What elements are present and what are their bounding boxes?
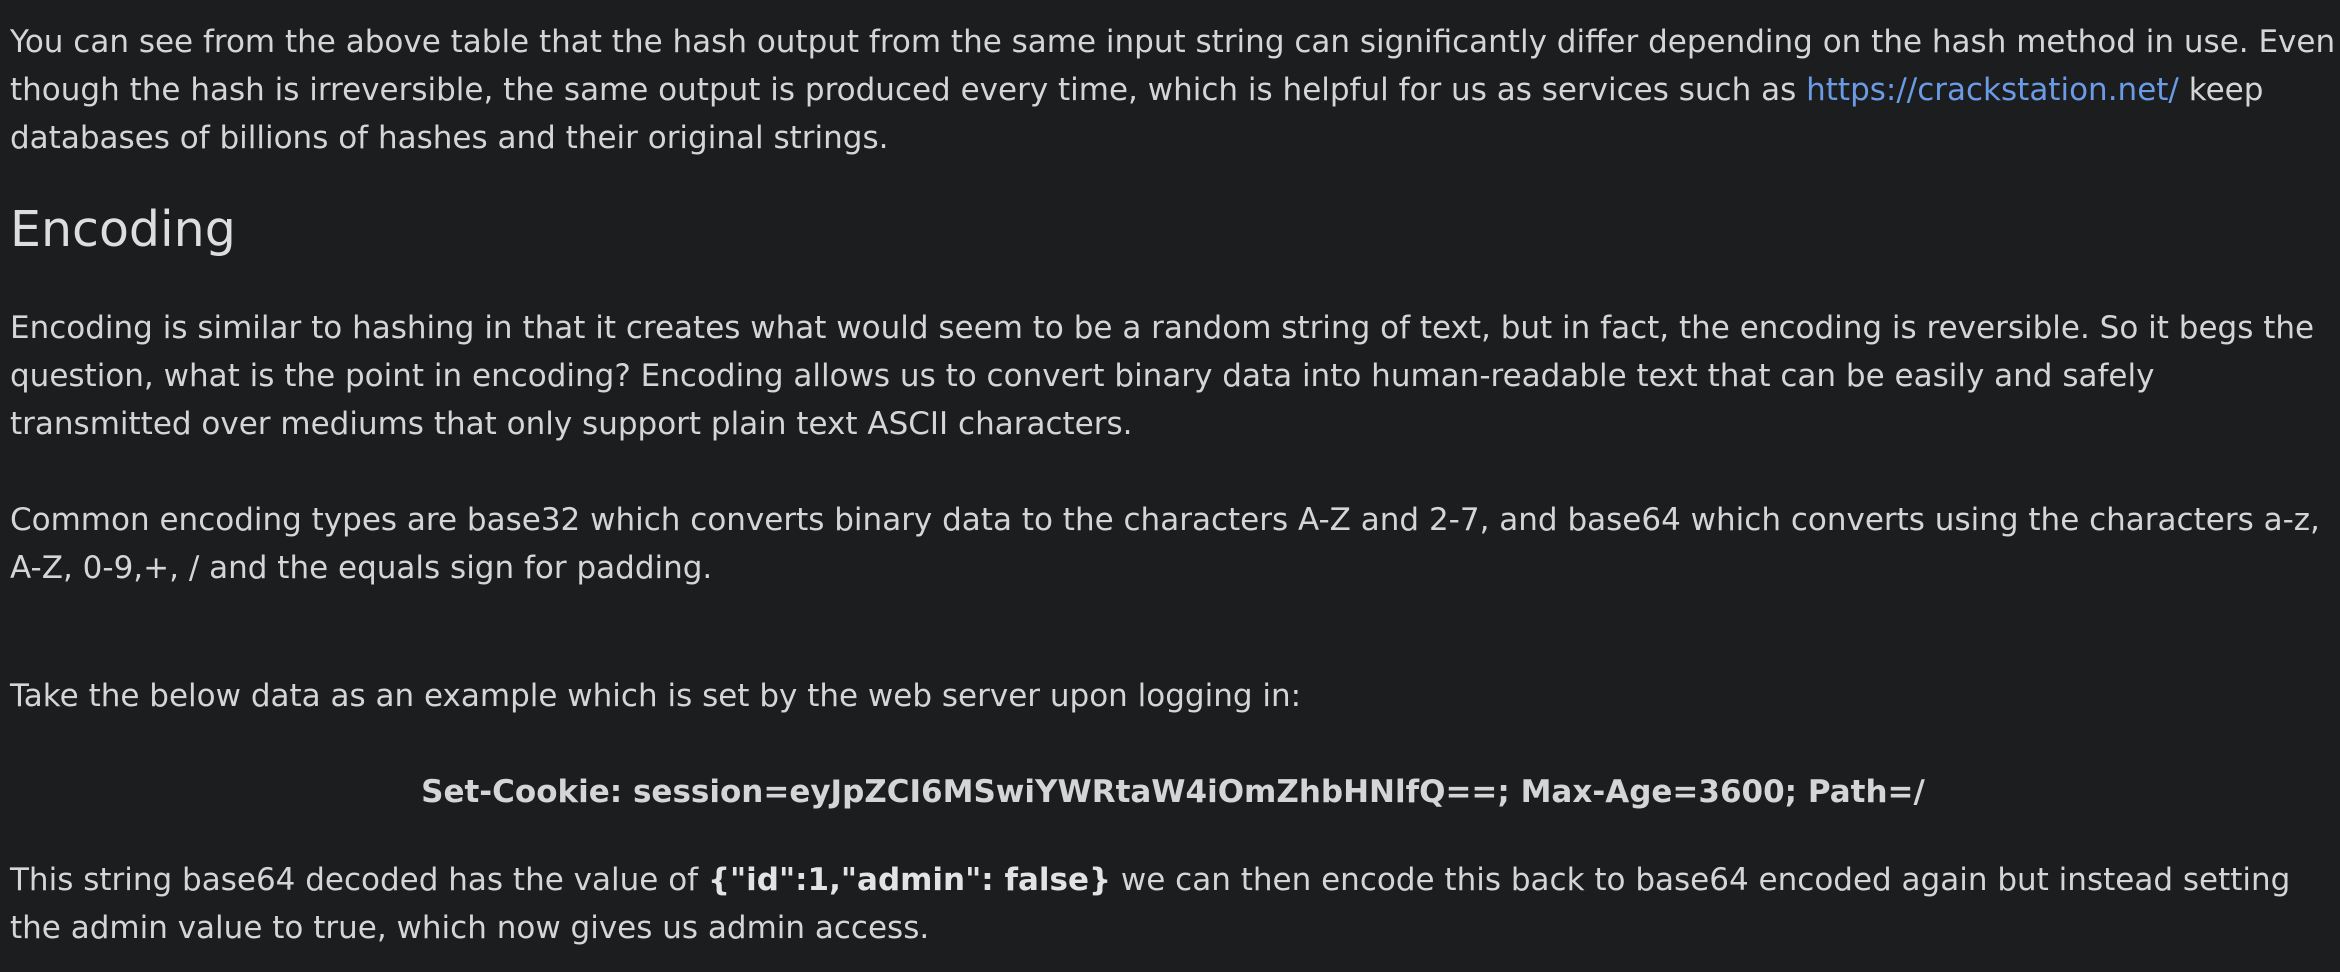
paragraph-hash-output: You can see from the above table that th… xyxy=(10,18,2336,162)
paragraph-example-intro: Take the below data as an example which … xyxy=(10,678,1302,714)
paragraph-decoded-value: This string base64 decoded has the value… xyxy=(10,856,2336,952)
article-content: You can see from the above table that th… xyxy=(10,18,2336,952)
paragraph-encoding-intro: Encoding is similar to hashing in that i… xyxy=(10,310,2315,442)
paragraph-text: This string base64 decoded has the value… xyxy=(10,862,708,898)
paragraph-encoding-types: Common encoding types are base32 which c… xyxy=(10,502,2320,586)
set-cookie-example: Set-Cookie: session=eyJpZCI6MSwiYWRtaW4i… xyxy=(421,774,1925,810)
crackstation-link[interactable]: https://crackstation.net/ xyxy=(1806,72,2179,108)
section-heading-encoding: Encoding xyxy=(10,201,236,258)
decoded-json-value: {"id":1,"admin": false} xyxy=(707,862,1112,898)
